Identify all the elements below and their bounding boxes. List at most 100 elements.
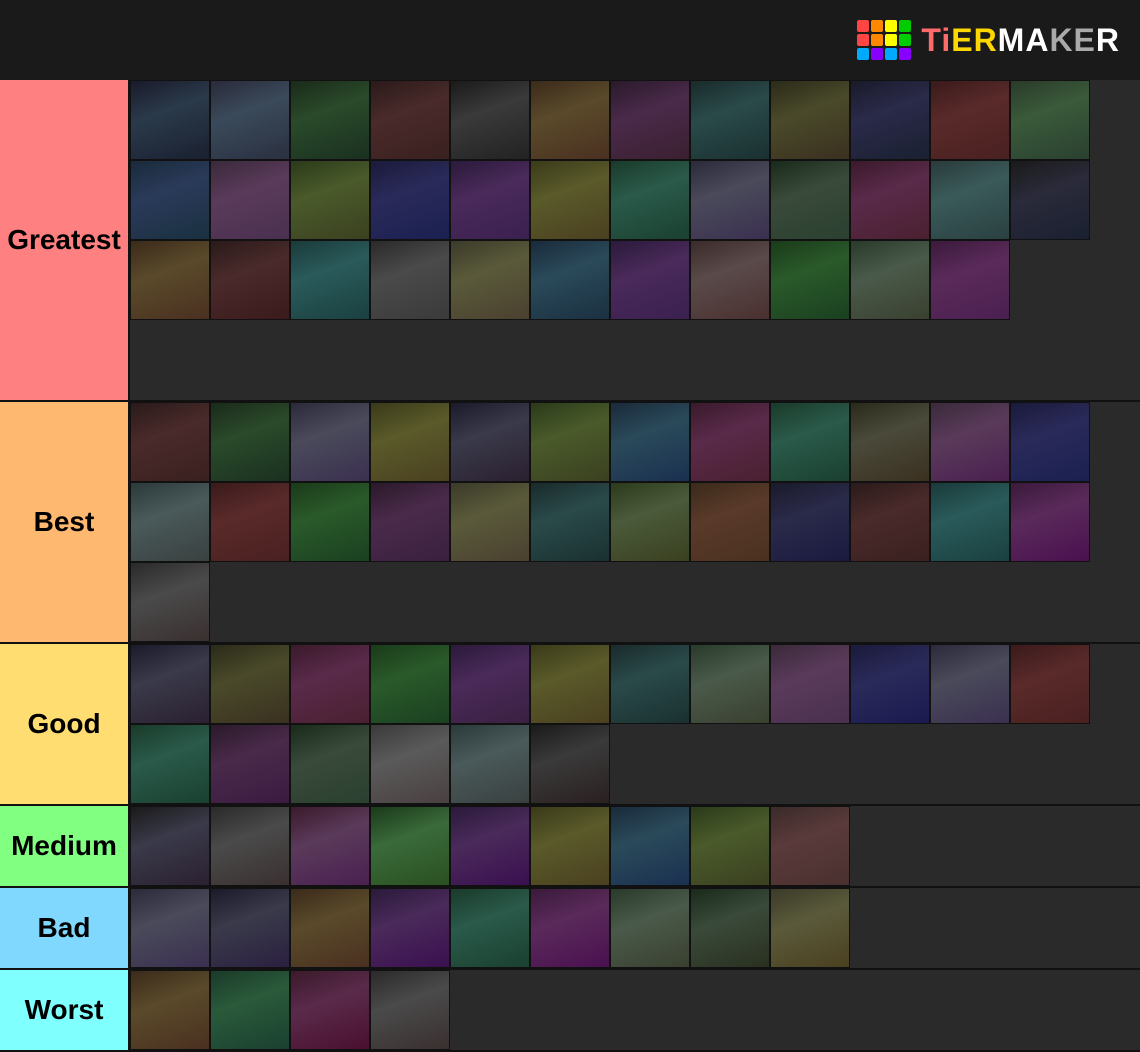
list-item[interactable] (770, 888, 850, 968)
list-item[interactable] (370, 724, 450, 804)
list-item[interactable] (690, 482, 770, 562)
list-item[interactable] (610, 240, 690, 320)
list-item[interactable] (770, 644, 850, 724)
list-item[interactable] (530, 160, 610, 240)
list-item[interactable] (210, 970, 290, 1050)
list-item[interactable] (1010, 644, 1090, 724)
list-item[interactable] (210, 644, 290, 724)
list-item[interactable] (370, 402, 450, 482)
list-item[interactable] (770, 240, 850, 320)
list-item[interactable] (690, 80, 770, 160)
list-item[interactable] (450, 402, 530, 482)
list-item[interactable] (130, 80, 210, 160)
list-item[interactable] (130, 402, 210, 482)
list-item[interactable] (610, 160, 690, 240)
list-item[interactable] (770, 482, 850, 562)
list-item[interactable] (850, 240, 930, 320)
list-item[interactable] (290, 160, 370, 240)
list-item[interactable] (850, 644, 930, 724)
list-item[interactable] (690, 160, 770, 240)
list-item[interactable] (210, 724, 290, 804)
list-item[interactable] (610, 888, 690, 968)
list-item[interactable] (1010, 402, 1090, 482)
list-item[interactable] (210, 888, 290, 968)
list-item[interactable] (930, 80, 1010, 160)
list-item[interactable] (290, 806, 370, 886)
list-item[interactable] (770, 160, 850, 240)
list-item[interactable] (290, 724, 370, 804)
list-item[interactable] (690, 806, 770, 886)
list-item[interactable] (770, 402, 850, 482)
list-item[interactable] (290, 402, 370, 482)
list-item[interactable] (690, 644, 770, 724)
list-item[interactable] (930, 402, 1010, 482)
list-item[interactable] (530, 644, 610, 724)
list-item[interactable] (130, 562, 210, 642)
list-item[interactable] (450, 806, 530, 886)
list-item[interactable] (370, 888, 450, 968)
list-item[interactable] (850, 160, 930, 240)
list-item[interactable] (930, 240, 1010, 320)
list-item[interactable] (290, 482, 370, 562)
list-item[interactable] (130, 240, 210, 320)
list-item[interactable] (210, 80, 290, 160)
list-item[interactable] (450, 80, 530, 160)
list-item[interactable] (450, 240, 530, 320)
list-item[interactable] (1010, 482, 1090, 562)
list-item[interactable] (130, 482, 210, 562)
list-item[interactable] (370, 806, 450, 886)
list-item[interactable] (850, 80, 930, 160)
list-item[interactable] (290, 970, 370, 1050)
list-item[interactable] (130, 160, 210, 240)
list-item[interactable] (210, 240, 290, 320)
list-item[interactable] (610, 644, 690, 724)
list-item[interactable] (130, 970, 210, 1050)
list-item[interactable] (450, 644, 530, 724)
list-item[interactable] (770, 80, 850, 160)
list-item[interactable] (530, 806, 610, 886)
list-item[interactable] (290, 240, 370, 320)
list-item[interactable] (1010, 80, 1090, 160)
list-item[interactable] (130, 644, 210, 724)
list-item[interactable] (690, 402, 770, 482)
list-item[interactable] (130, 888, 210, 968)
list-item[interactable] (530, 402, 610, 482)
list-item[interactable] (610, 482, 690, 562)
list-item[interactable] (530, 482, 610, 562)
list-item[interactable] (210, 402, 290, 482)
list-item[interactable] (530, 724, 610, 804)
list-item[interactable] (530, 80, 610, 160)
list-item[interactable] (290, 888, 370, 968)
list-item[interactable] (610, 806, 690, 886)
list-item[interactable] (450, 160, 530, 240)
list-item[interactable] (370, 240, 450, 320)
list-item[interactable] (850, 402, 930, 482)
list-item[interactable] (850, 482, 930, 562)
list-item[interactable] (530, 240, 610, 320)
list-item[interactable] (610, 402, 690, 482)
list-item[interactable] (450, 888, 530, 968)
list-item[interactable] (130, 806, 210, 886)
list-item[interactable] (930, 644, 1010, 724)
list-item[interactable] (530, 888, 610, 968)
list-item[interactable] (370, 644, 450, 724)
list-item[interactable] (210, 482, 290, 562)
list-item[interactable] (290, 644, 370, 724)
list-item[interactable] (290, 80, 370, 160)
list-item[interactable] (130, 724, 210, 804)
list-item[interactable] (370, 160, 450, 240)
list-item[interactable] (210, 806, 290, 886)
list-item[interactable] (210, 160, 290, 240)
list-item[interactable] (930, 160, 1010, 240)
list-item[interactable] (1010, 160, 1090, 240)
list-item[interactable] (370, 970, 450, 1050)
list-item[interactable] (450, 724, 530, 804)
list-item[interactable] (930, 482, 1010, 562)
list-item[interactable] (770, 806, 850, 886)
list-item[interactable] (690, 888, 770, 968)
list-item[interactable] (450, 482, 530, 562)
list-item[interactable] (370, 482, 450, 562)
list-item[interactable] (690, 240, 770, 320)
list-item[interactable] (610, 80, 690, 160)
list-item[interactable] (370, 80, 450, 160)
